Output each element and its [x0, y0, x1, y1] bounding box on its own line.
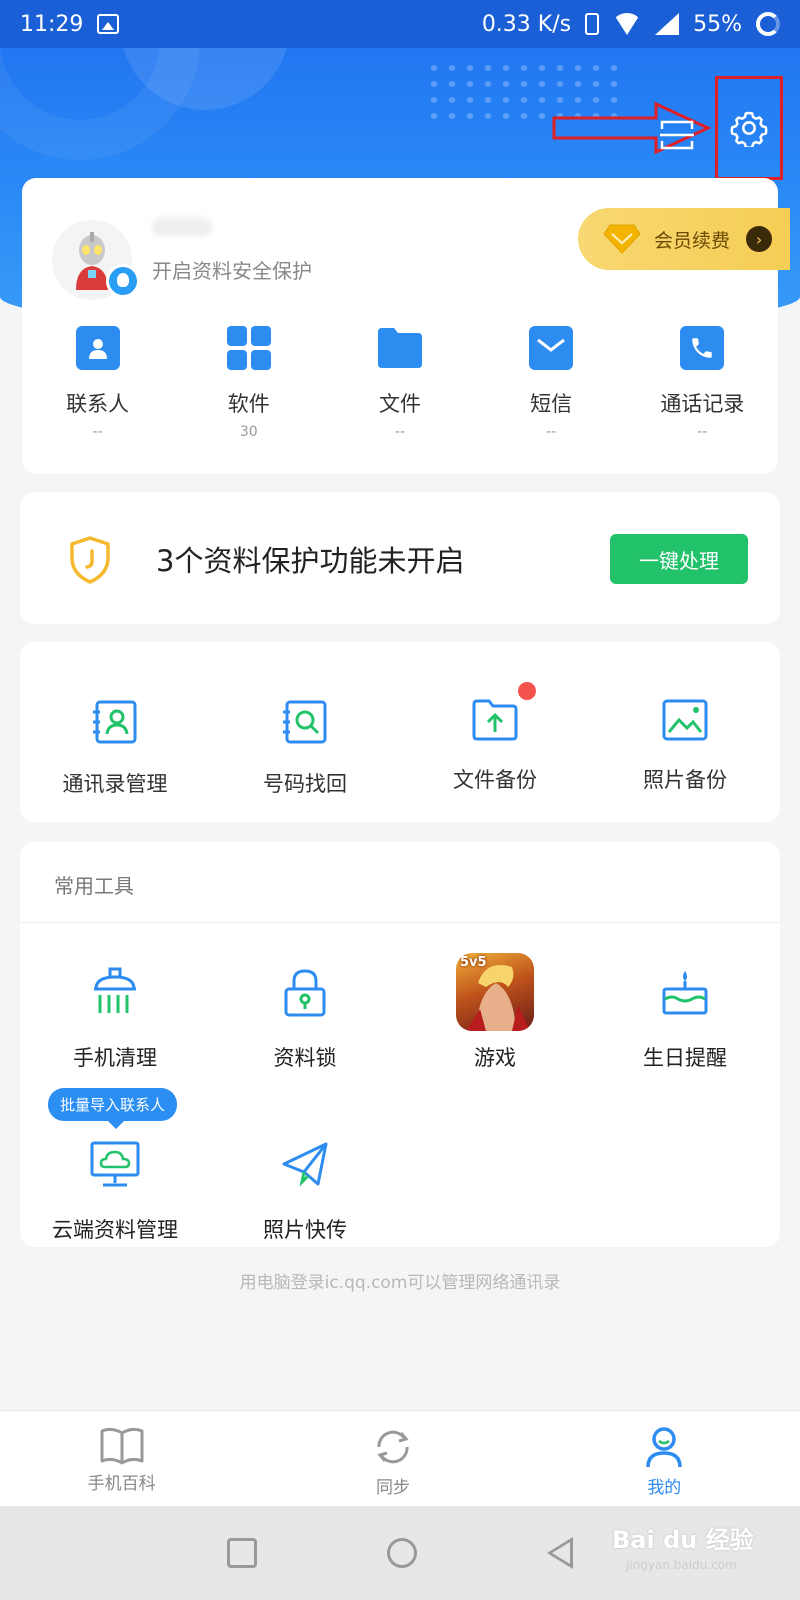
import-contacts-tooltip[interactable]: 批量导入联系人: [48, 1088, 178, 1129]
feature-label: 照片备份: [643, 768, 727, 792]
stat-label: 联系人: [66, 392, 130, 416]
feature-label: 通讯录管理: [62, 772, 168, 796]
battery-icon: [756, 12, 780, 36]
tool-label: 游戏: [474, 1046, 516, 1070]
profile-card: 开启资料安全保护 会员续费 › 联系人 -- 软件 30 文件 -- 短信 --…: [22, 178, 790, 474]
cloud-monitor-icon: [90, 1141, 140, 1187]
baidu-watermark: Bai du 经验: [612, 1526, 754, 1554]
feature-label: 号码找回: [263, 772, 347, 796]
baidu-watermark-url: jingyan.baidu.com: [626, 1558, 737, 1572]
stat-call-log[interactable]: 通话记录 --: [627, 326, 778, 442]
feature-file-backup[interactable]: 文件备份: [400, 682, 590, 798]
stat-value: --: [546, 424, 557, 440]
sms-icon: [529, 326, 574, 370]
paper-plane-icon: [282, 1142, 328, 1187]
chevron-right-icon: ›: [746, 226, 773, 252]
tool-data-lock[interactable]: 资料锁: [210, 952, 400, 1072]
folder-icon: [377, 326, 422, 370]
contact-icon: [75, 326, 120, 370]
nav-item-phone-wiki[interactable]: 手机百科: [0, 1411, 257, 1506]
tool-cloud-data[interactable]: 批量导入联系人 云端资料管理: [20, 1088, 210, 1244]
stat-value: --: [92, 424, 103, 440]
file-backup-icon: [472, 699, 518, 741]
feature-contacts-manage[interactable]: 通讯录管理: [20, 698, 210, 798]
diamond-icon: [603, 224, 641, 254]
wifi-icon: [613, 13, 642, 35]
stat-label: 通话记录: [660, 392, 745, 416]
stat-apps[interactable]: 软件 30: [173, 326, 324, 442]
profile-subtitle[interactable]: 开启资料安全保护: [152, 255, 312, 284]
birthday-cake-icon: [662, 971, 708, 1015]
signal-icon: [655, 13, 680, 35]
qq-badge-icon: [106, 264, 140, 298]
data-lock-icon: [284, 969, 326, 1017]
footer-note: 用电脑登录ic.qq.com可以管理网络通讯录: [239, 1273, 561, 1293]
apps-icon: [226, 326, 271, 370]
back-button[interactable]: [547, 1537, 573, 1569]
notification-dot: [518, 682, 536, 700]
tools-card: 常用工具 手机清理 资料锁 5v5 游戏 生日提醒 批量导入联系人 云端资料管理…: [20, 842, 780, 1247]
stat-label: 软件: [227, 392, 270, 416]
status-time: 11:29: [20, 11, 84, 37]
user-icon: [646, 1427, 683, 1468]
feature-label: 文件备份: [453, 768, 537, 792]
nav-label: 同步: [375, 1478, 410, 1498]
tool-label: 照片快传: [263, 1218, 347, 1242]
username-blurred: [152, 218, 212, 236]
game-icon: 5v5: [456, 953, 534, 1031]
stat-files[interactable]: 文件 --: [324, 326, 475, 442]
recent-apps-button[interactable]: [227, 1538, 257, 1568]
home-button[interactable]: [387, 1538, 417, 1568]
gear-icon: [730, 111, 768, 147]
tool-label: 生日提醒: [643, 1046, 727, 1070]
stat-label: 短信: [530, 392, 573, 416]
book-icon: [100, 1427, 144, 1465]
scan-button[interactable]: [658, 118, 696, 152]
phone-clean-icon: [94, 967, 136, 1013]
battery-percent: 55%: [693, 11, 742, 37]
tool-phone-clean[interactable]: 手机清理: [20, 952, 210, 1072]
tool-label: 手机清理: [73, 1046, 157, 1070]
vip-renew-label: 会员续费: [654, 229, 731, 252]
one-key-fix-button[interactable]: 一键处理: [610, 534, 748, 584]
image-notification-icon: [97, 14, 120, 34]
stat-contacts[interactable]: 联系人 --: [22, 326, 173, 442]
tools-section-title: 常用工具: [54, 874, 134, 898]
feature-photo-backup[interactable]: 照片备份: [590, 698, 780, 798]
nav-label: 我的: [647, 1478, 682, 1498]
number-search-icon: [283, 700, 327, 744]
contacts-book-icon: [93, 700, 137, 744]
nav-item-sync[interactable]: 同步: [257, 1411, 528, 1506]
settings-button[interactable]: [715, 76, 783, 180]
shield-icon: [70, 536, 110, 584]
tool-game[interactable]: 5v5 游戏: [400, 952, 590, 1072]
stat-value: 30: [239, 424, 258, 440]
status-bar: 11:29 0.33 K/s 55%: [0, 0, 800, 48]
nav-item-mine[interactable]: 我的: [529, 1411, 800, 1506]
stat-label: 文件: [378, 392, 421, 416]
tool-label: 云端资料管理: [52, 1218, 178, 1242]
protection-card: 3个资料保护功能未开启 一键处理: [20, 492, 780, 624]
feature-number-recovery[interactable]: 号码找回: [210, 698, 400, 798]
vibrate-icon: [585, 13, 600, 35]
tool-label: 资料锁: [273, 1046, 337, 1070]
stats-row: 联系人 -- 软件 30 文件 -- 短信 -- 通话记录 --: [22, 326, 778, 442]
protection-message: 3个资料保护功能未开启: [156, 544, 465, 578]
stat-value: --: [697, 424, 708, 440]
stat-value: --: [394, 424, 406, 440]
network-speed: 0.33 K/s: [481, 11, 572, 37]
photo-backup-icon: [662, 699, 708, 741]
feature-card: 通讯录管理 号码找回 文件备份 照片备份: [20, 642, 780, 822]
game-badge-text: 5v5: [460, 955, 487, 970]
sync-icon: [377, 1430, 409, 1464]
divider: [20, 922, 780, 923]
stat-sms[interactable]: 短信 --: [476, 326, 627, 442]
nav-label: 手机百科: [87, 1474, 156, 1494]
scan-icon: [660, 120, 694, 150]
vip-renew-button[interactable]: 会员续费 ›: [578, 208, 790, 270]
tool-birthday-reminder[interactable]: 生日提醒: [590, 952, 780, 1072]
tool-photo-transfer[interactable]: 照片快传: [210, 1124, 400, 1244]
bottom-nav: 手机百科 同步 我的: [0, 1410, 800, 1506]
phone-icon: [680, 326, 725, 370]
